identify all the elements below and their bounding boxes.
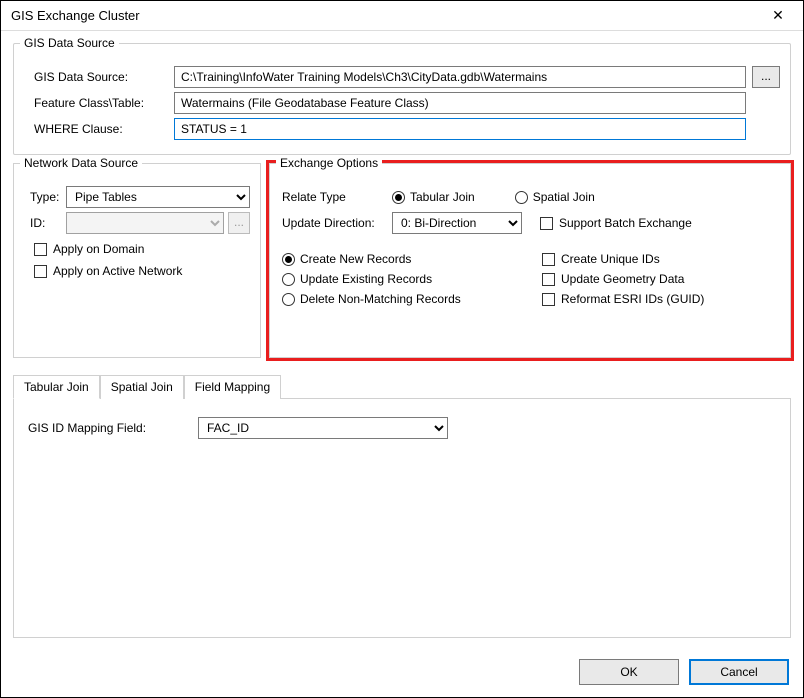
network-source-legend: Network Data Source (20, 156, 142, 170)
update-geometry-checkbox[interactable]: Update Geometry Data (542, 272, 778, 286)
exchange-options-group: Exchange Options Relate Type Tabular Joi… (269, 163, 791, 358)
feature-class-input[interactable] (174, 92, 746, 114)
update-geom-label: Update Geometry Data (561, 272, 684, 286)
where-clause-input[interactable] (174, 118, 746, 140)
footer-buttons: OK Cancel (579, 659, 789, 685)
radio-icon[interactable] (392, 191, 405, 204)
tab-spatial-join[interactable]: Spatial Join (100, 375, 184, 399)
gis-source-browse-button[interactable]: ... (752, 66, 780, 88)
apply-domain-label: Apply on Domain (53, 242, 144, 256)
cancel-button[interactable]: Cancel (689, 659, 789, 685)
update-direction-select[interactable]: 0: Bi-Direction (392, 212, 522, 234)
type-select[interactable]: Pipe Tables (66, 186, 250, 208)
checkbox-icon[interactable] (540, 217, 553, 230)
checkbox-icon (542, 253, 555, 266)
feature-class-label: Feature Class\Table: (24, 96, 174, 110)
ok-button[interactable]: OK (579, 659, 679, 685)
tab-field-mapping[interactable]: Field Mapping (184, 375, 281, 399)
update-direction-label: Update Direction: (282, 216, 392, 230)
checkbox-icon (34, 243, 47, 256)
gis-id-mapping-label: GIS ID Mapping Field: (28, 421, 198, 435)
delete-nonmatching-records-radio[interactable]: Delete Non-Matching Records (282, 292, 542, 306)
create-new-label: Create New Records (300, 252, 411, 266)
content-area: GIS Data Source GIS Data Source: ... Fea… (1, 31, 803, 650)
create-new-records-radio[interactable]: Create New Records (282, 252, 542, 266)
titlebar: GIS Exchange Cluster ✕ (1, 1, 803, 31)
exchange-options-legend: Exchange Options (276, 156, 382, 170)
create-unique-ids-checkbox[interactable]: Create Unique IDs (542, 252, 778, 266)
network-data-source-group: Network Data Source Type: Pipe Tables ID… (13, 163, 261, 358)
apply-on-active-network-checkbox[interactable]: Apply on Active Network (34, 264, 250, 278)
tab-panel-tabular-join: GIS ID Mapping Field: FAC_ID (13, 398, 791, 638)
delete-nonmatch-label: Delete Non-Matching Records (300, 292, 461, 306)
type-label: Type: (24, 190, 66, 204)
relate-type-label: Relate Type (282, 190, 392, 204)
tabs-area: Tabular Join Spatial Join Field Mapping … (13, 374, 791, 638)
lower-area: Network Data Source Type: Pipe Tables ID… (13, 163, 791, 358)
create-unique-label: Create Unique IDs (561, 252, 660, 266)
spatial-join-radio-label[interactable]: Spatial Join (533, 190, 595, 204)
id-label: ID: (24, 216, 66, 230)
support-batch-label[interactable]: Support Batch Exchange (559, 216, 692, 230)
tab-tabular-join[interactable]: Tabular Join (13, 375, 100, 399)
apply-active-label: Apply on Active Network (53, 264, 182, 278)
tabular-join-radio-label[interactable]: Tabular Join (410, 190, 475, 204)
radio-icon[interactable] (515, 191, 528, 204)
radio-icon (282, 253, 295, 266)
window-title: GIS Exchange Cluster (11, 8, 140, 23)
gis-source-legend: GIS Data Source (20, 36, 119, 50)
gis-source-label: GIS Data Source: (24, 70, 174, 84)
update-existing-label: Update Existing Records (300, 272, 432, 286)
checkbox-icon (542, 293, 555, 306)
id-browse-button: ... (228, 212, 250, 234)
reformat-guid-label: Reformat ESRI IDs (GUID) (561, 292, 704, 306)
id-select (66, 212, 224, 234)
gis-data-source-group: GIS Data Source GIS Data Source: ... Fea… (13, 43, 791, 155)
where-clause-label: WHERE Clause: (24, 122, 174, 136)
gis-source-input[interactable] (174, 66, 746, 88)
close-icon[interactable]: ✕ (763, 7, 793, 24)
checkbox-icon (34, 265, 47, 278)
update-existing-records-radio[interactable]: Update Existing Records (282, 272, 542, 286)
tab-strip: Tabular Join Spatial Join Field Mapping (13, 374, 791, 398)
checkbox-icon (542, 273, 555, 286)
reformat-esri-ids-checkbox[interactable]: Reformat ESRI IDs (GUID) (542, 292, 778, 306)
radio-icon (282, 273, 295, 286)
gis-id-mapping-select[interactable]: FAC_ID (198, 417, 448, 439)
apply-on-domain-checkbox[interactable]: Apply on Domain (34, 242, 250, 256)
radio-icon (282, 293, 295, 306)
